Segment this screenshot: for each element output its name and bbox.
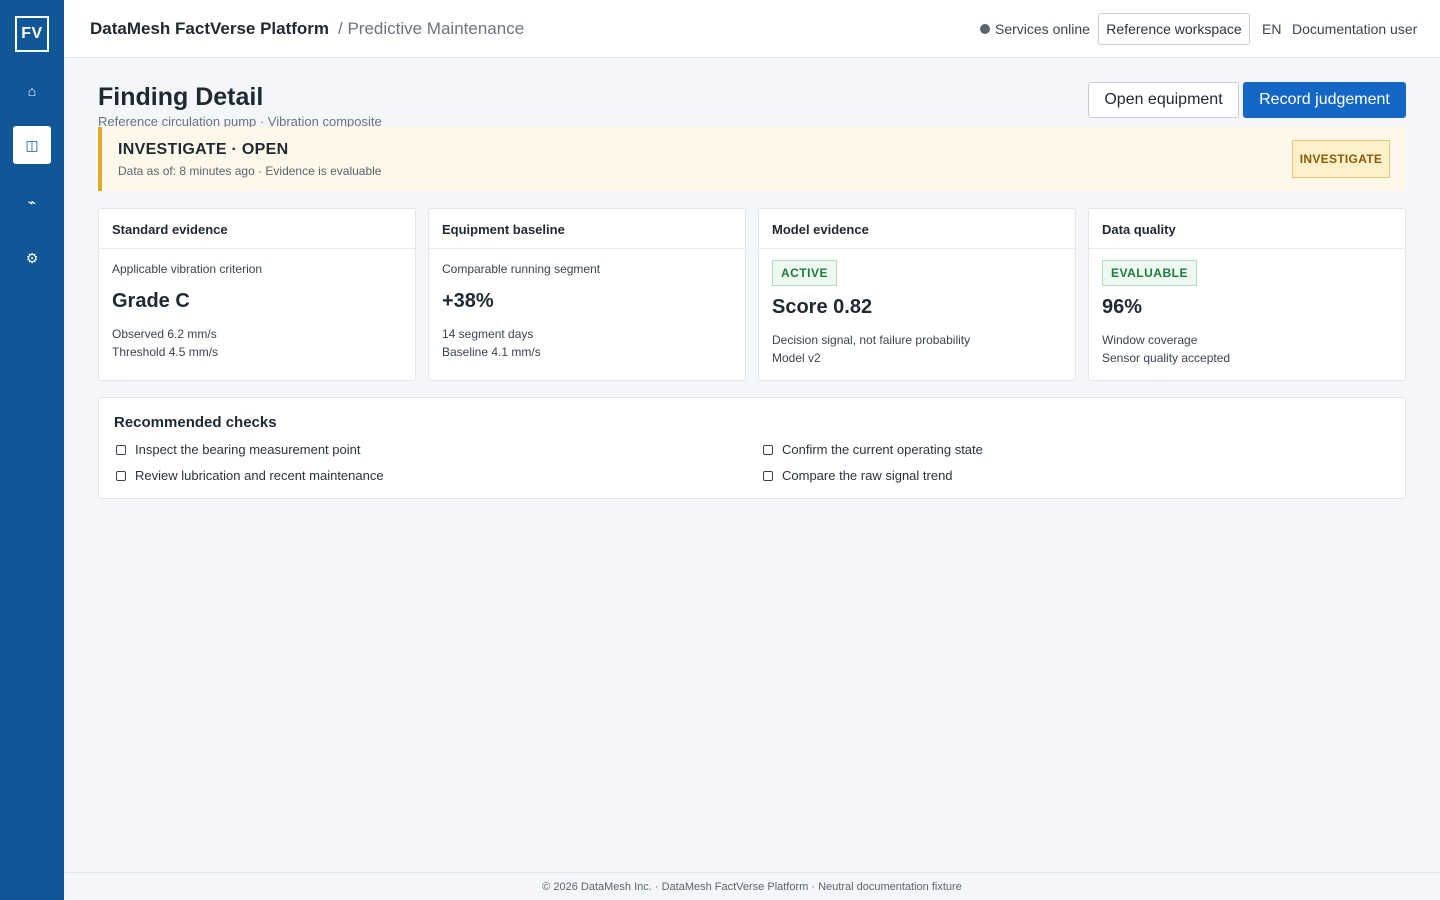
card-detail: Observed 6.2 mm/s — [112, 327, 217, 341]
card-label: Comparable running segment — [442, 262, 601, 276]
service-status: Services online — [980, 21, 1090, 37]
card-detail: Model v2 — [772, 351, 821, 365]
language-selector[interactable]: EN — [1262, 21, 1281, 37]
panels-nav-item[interactable]: ◫ — [13, 126, 51, 164]
status-banner: INVESTIGATE · OPEN Data as of: 8 minutes… — [98, 127, 1406, 191]
status-dot-icon — [980, 24, 990, 34]
sidebar: FV ⌂ ◫ ⌁ ⚙ — [0, 0, 64, 900]
app-logo[interactable]: FV — [15, 16, 49, 52]
check-item[interactable]: Review lubrication and recent maintenanc… — [116, 468, 384, 483]
checkbox-icon[interactable] — [763, 470, 773, 481]
model-evidence-card: Model evidence ACTIVE Score 0.82 Decisio… — [758, 208, 1076, 381]
check-label: Review lubrication and recent maintenanc… — [135, 468, 384, 483]
page-title: Finding Detail — [98, 83, 264, 111]
checks-title: Recommended checks — [114, 414, 277, 431]
settings-nav-item[interactable]: ⚙ — [13, 239, 51, 277]
check-item[interactable]: Compare the raw signal trend — [763, 468, 953, 483]
check-label: Confirm the current operating state — [782, 442, 983, 457]
card-value: 96% — [1102, 296, 1143, 318]
panels-icon: ◫ — [25, 136, 39, 153]
data-quality-card: Data quality EVALUABLE 96% Window covera… — [1088, 208, 1406, 381]
check-item[interactable]: Confirm the current operating state — [763, 442, 983, 457]
home-nav-item[interactable]: ⌂ — [13, 72, 51, 110]
card-value: Grade C — [112, 290, 190, 312]
breadcrumb[interactable]: / Predictive Maintenance — [338, 19, 524, 39]
card-detail: Baseline 4.1 mm/s — [442, 345, 541, 359]
model-status-badge: ACTIVE — [772, 260, 838, 286]
open-equipment-button[interactable]: Open equipment — [1088, 82, 1239, 118]
card-title: Equipment baseline — [429, 209, 745, 249]
card-detail: Sensor quality accepted — [1102, 351, 1231, 365]
equipment-baseline-card: Equipment baseline Comparable running se… — [428, 208, 746, 381]
signal-nav-item[interactable]: ⌁ — [13, 183, 51, 221]
home-icon: ⌂ — [27, 83, 37, 99]
card-value: +38% — [442, 290, 494, 312]
quality-status-badge: EVALUABLE — [1102, 260, 1197, 286]
footer: © 2026 DataMesh Inc. · DataMesh FactVers… — [64, 872, 1440, 900]
workspace-button[interactable]: Reference workspace — [1098, 13, 1250, 45]
service-status-label: Services online — [995, 21, 1090, 37]
card-detail: Threshold 4.5 mm/s — [112, 345, 219, 359]
top-bar: DataMesh FactVerse Platform / Predictive… — [64, 0, 1440, 58]
record-judgement-button[interactable]: Record judgement — [1243, 82, 1406, 118]
card-title: Model evidence — [759, 209, 1075, 249]
recommended-checks-panel: Recommended checks Inspect the bearing m… — [98, 397, 1406, 499]
card-value: Score 0.82 — [772, 296, 873, 318]
checkbox-icon[interactable] — [116, 444, 126, 455]
checkbox-icon[interactable] — [763, 444, 773, 455]
status-badge: INVESTIGATE — [1292, 140, 1390, 178]
check-label: Inspect the bearing measurement point — [135, 442, 361, 457]
card-detail: Window coverage — [1102, 333, 1198, 347]
user-menu[interactable]: Documentation user — [1292, 21, 1417, 37]
signal-icon: ⌁ — [27, 193, 37, 210]
card-title: Data quality — [1089, 209, 1405, 249]
banner-subtitle: Data as of: 8 minutes ago · Evidence is … — [118, 164, 382, 178]
banner-title: INVESTIGATE · OPEN — [118, 141, 289, 158]
card-label: Applicable vibration criterion — [112, 262, 263, 276]
card-title: Standard evidence — [99, 209, 415, 249]
brand-name[interactable]: DataMesh FactVerse Platform — [90, 19, 329, 39]
check-item[interactable]: Inspect the bearing measurement point — [116, 442, 360, 457]
card-detail: Decision signal, not failure probability — [772, 333, 971, 347]
standard-evidence-card: Standard evidence Applicable vibration c… — [98, 208, 416, 381]
gear-icon: ⚙ — [25, 249, 39, 266]
card-detail: 14 segment days — [442, 327, 534, 341]
check-label: Compare the raw signal trend — [782, 468, 953, 483]
checkbox-icon[interactable] — [116, 470, 126, 481]
